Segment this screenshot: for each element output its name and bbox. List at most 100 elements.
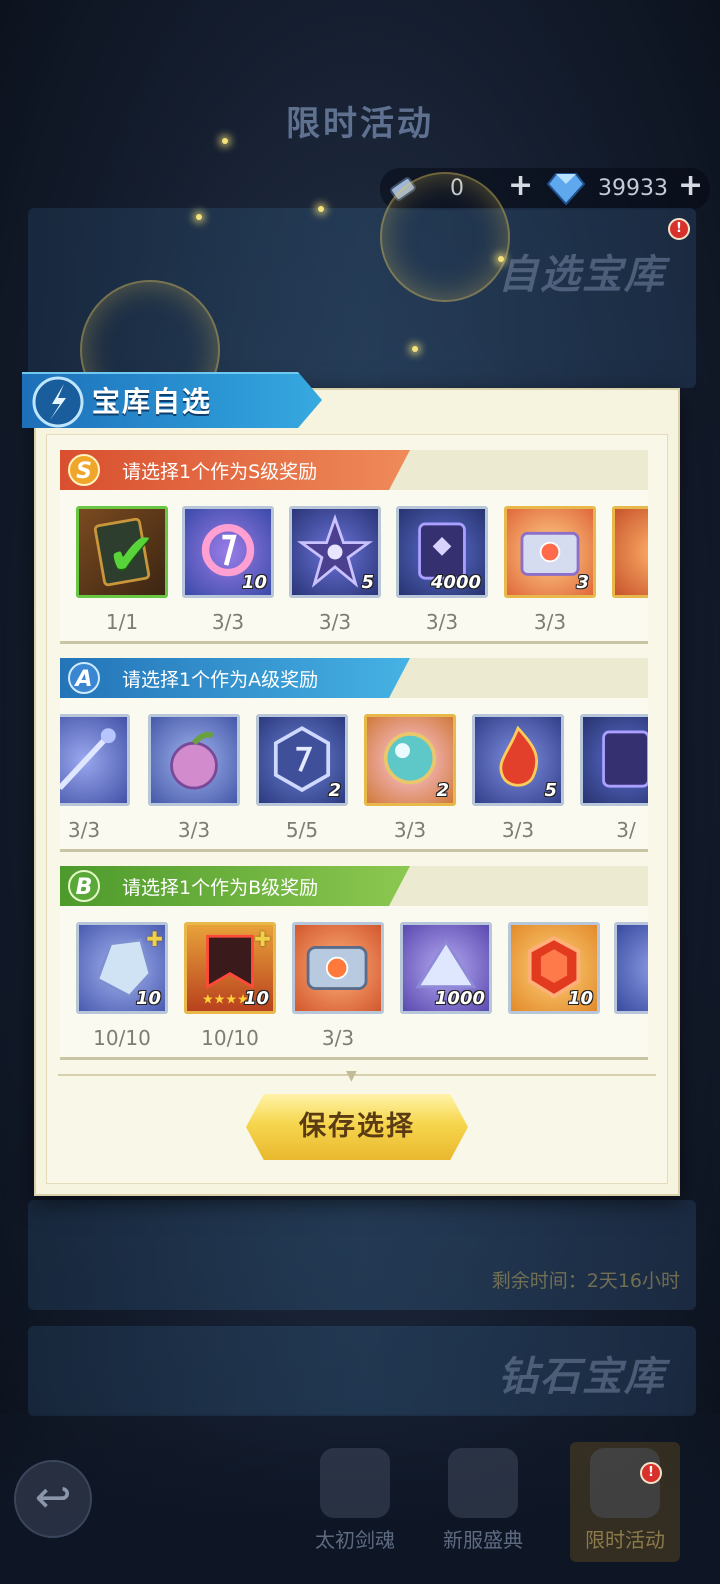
section-header: A 请选择1个作为A级奖励	[60, 658, 648, 698]
plus-badge-icon: ✚	[146, 927, 163, 951]
reward-item-card[interactable]: 2	[364, 714, 456, 806]
svg-text:★★★★: ★★★★	[202, 993, 249, 1008]
notification-dot: !	[668, 218, 690, 240]
item-progress: 3/3	[211, 610, 245, 634]
sparkle	[222, 138, 228, 144]
reward-slot[interactable]	[614, 922, 648, 1014]
item-row: ✚ 10 10/10 ★★★★ ✚ 10 10/10 3/3 1000 10	[60, 922, 648, 1052]
item-progress: 3/3	[393, 818, 427, 842]
reward-item-card[interactable]: 10	[182, 506, 274, 598]
reward-item-card[interactable]	[292, 922, 384, 1014]
item-progress: 3/3	[533, 610, 567, 634]
add-diamond-button[interactable]: +	[678, 168, 703, 203]
reward-slot[interactable]: ✚ 10 10/10	[76, 922, 168, 1050]
back-button[interactable]: ↩	[14, 1460, 92, 1538]
sparkle	[412, 346, 418, 352]
reward-item-card[interactable]	[148, 714, 240, 806]
s-grade-badge-icon: S	[68, 454, 100, 486]
section-a-grade: A 请选择1个作为A级奖励 3/3 3/3 2 5/5 2 3/3 5 3/3 …	[60, 658, 648, 852]
remaining-time: 剩余时间：2天16小时	[491, 1270, 680, 1292]
reward-slot[interactable]: 10	[508, 922, 600, 1014]
diamond-icon	[546, 173, 586, 206]
plus-badge-icon: ✚	[254, 927, 271, 951]
section-s-grade: S 请选择1个作为S级奖励 ✔ 1/1 10 3/3 5 3/3 4000 3/…	[60, 450, 648, 644]
reward-item-card[interactable]: 5	[289, 506, 381, 598]
item-progress: 3/3	[425, 610, 459, 634]
item-count: 10	[243, 988, 269, 1009]
reward-item-card[interactable]	[614, 922, 648, 1014]
reward-slot[interactable]: 5 3/3	[472, 714, 564, 842]
pepper-fruit-icon	[170, 731, 218, 790]
reward-item-card[interactable]: 1000	[400, 922, 492, 1014]
reward-item-card[interactable]: 4000	[396, 506, 488, 598]
reward-slot[interactable]: ✔ 1/1	[76, 506, 168, 634]
banner-title: 自选宝库	[498, 252, 666, 298]
reward-item-card[interactable]: 3	[504, 506, 596, 598]
sword-emblem-icon	[320, 1448, 390, 1518]
reward-slot[interactable]: 3/3	[148, 714, 240, 842]
tab-limited-event[interactable]: 限时活动	[570, 1442, 680, 1562]
tab-label: 限时活动	[585, 1528, 665, 1552]
reward-slot[interactable]: 3 3/3	[504, 506, 596, 634]
reward-slot[interactable]: 2 5/5	[256, 714, 348, 842]
tab-new-server[interactable]: 新服盛典	[428, 1442, 538, 1562]
item-progress: 1/1	[105, 610, 139, 634]
add-ticket-button[interactable]: +	[508, 168, 533, 203]
section-header: B 请选择1个作为B级奖励	[60, 866, 648, 906]
selected-check-icon: ✔	[107, 520, 156, 588]
item-progress: 10/10	[93, 1026, 151, 1050]
tab-taichu[interactable]: 太初剑魂	[300, 1442, 410, 1562]
item-row: 3/3 3/3 2 5/5 2 3/3 5 3/3 3/	[60, 714, 648, 844]
section-title: 请选择1个作为B级奖励	[122, 877, 319, 899]
dialog-title: 宝库自选	[92, 385, 213, 418]
section-header: S 请选择1个作为S级奖励	[60, 450, 648, 490]
item-count: 3	[576, 572, 589, 593]
reward-item-card[interactable]: 5	[472, 714, 564, 806]
reward-slot[interactable]	[612, 506, 648, 598]
reward-slot[interactable]: 5 3/3	[289, 506, 381, 634]
reward-slot[interactable]: 2 3/3	[364, 714, 456, 842]
reward-item-card[interactable]	[612, 506, 648, 598]
staff-icon	[60, 728, 116, 790]
divider	[58, 1074, 656, 1076]
reward-item-card[interactable]: ✚ 10	[76, 922, 168, 1014]
reward-slot[interactable]: 3/	[580, 714, 648, 842]
item-progress: 3/3	[318, 610, 352, 634]
item-count: 5	[544, 780, 557, 801]
item-count: 2	[328, 780, 341, 801]
reward-slot[interactable]: 1000	[400, 922, 492, 1014]
item-progress: 5/5	[285, 818, 319, 842]
page-title: 限时活动	[286, 104, 434, 144]
item-count: 1000	[434, 988, 485, 1009]
banner-diamond-vault: 钻石宝库	[28, 1326, 696, 1416]
item-progress: 3/3	[67, 818, 101, 842]
item-progress: 3/3	[501, 818, 535, 842]
section-title: 请选择1个作为S级奖励	[122, 461, 318, 483]
reward-slot[interactable]: ★★★★ ✚ 10 10/10	[184, 922, 276, 1050]
reward-item-card[interactable]: 10	[508, 922, 600, 1014]
save-selection-button[interactable]: 保存选择	[246, 1094, 468, 1160]
reward-item-card[interactable]	[60, 714, 130, 806]
item-progress: 10/10	[201, 1026, 259, 1050]
tab-label: 太初剑魂	[315, 1528, 395, 1552]
notification-dot: !	[640, 1462, 662, 1484]
item-count: 2	[436, 780, 449, 801]
reward-item-card[interactable]: 2	[256, 714, 348, 806]
compass-emblem-icon	[32, 376, 84, 428]
reward-item-card[interactable]	[580, 714, 648, 806]
item-count: 5	[361, 572, 374, 593]
diamond-count: 39933	[598, 176, 668, 201]
item-progress: 3/	[616, 818, 636, 842]
chevron-down-icon: ▼	[346, 1068, 357, 1084]
item-progress: 3/3	[321, 1026, 355, 1050]
section-title: 请选择1个作为A级奖励	[122, 669, 319, 691]
item-count: 10	[135, 988, 161, 1009]
reward-slot[interactable]: 3/3	[292, 922, 384, 1050]
item-row: ✔ 1/1 10 3/3 5 3/3 4000 3/3 3 3/3	[60, 506, 648, 636]
reward-slot[interactable]: 10 3/3	[182, 506, 274, 634]
reward-item-card[interactable]: ★★★★ ✚ 10	[184, 922, 276, 1014]
reward-slot[interactable]: 3/3	[60, 714, 130, 842]
reward-item-card[interactable]: ✔	[76, 506, 168, 598]
reward-slot[interactable]: 4000 3/3	[396, 506, 488, 634]
item-count: 4000	[430, 572, 481, 593]
